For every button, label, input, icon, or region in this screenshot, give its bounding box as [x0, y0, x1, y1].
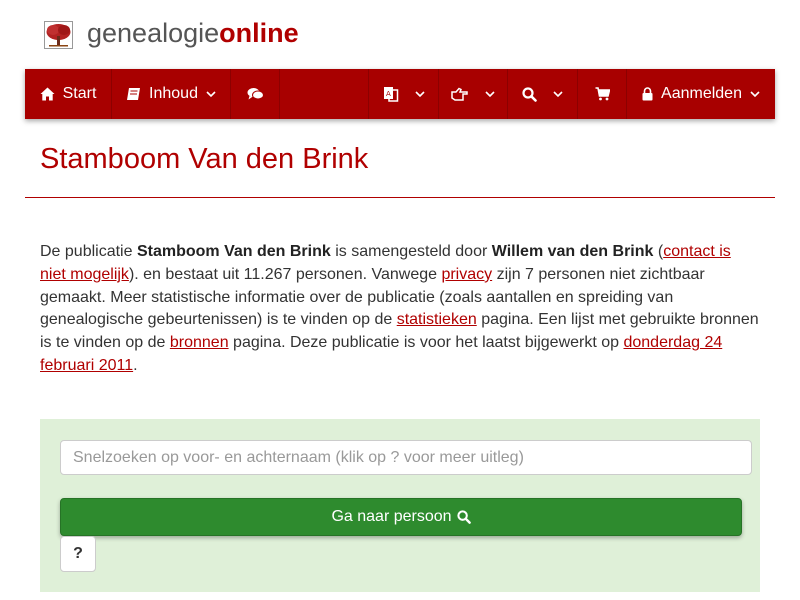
- hand-pointer-icon: [450, 87, 468, 101]
- publication-intro: De publicatie Stamboom Van den Brink is …: [40, 241, 760, 378]
- quick-search-input[interactable]: [60, 440, 752, 475]
- site-name[interactable]: genealogieonline: [87, 16, 299, 50]
- nav-forum[interactable]: [231, 69, 280, 119]
- intro-text: .: [133, 356, 138, 374]
- book-icon: [127, 88, 141, 100]
- shopping-cart-icon: [595, 87, 610, 101]
- nav-inhoud[interactable]: Inhoud: [112, 69, 231, 119]
- nav-start-label: Start: [62, 85, 97, 102]
- search-help-button[interactable]: ?: [60, 536, 96, 572]
- lock-icon: [642, 87, 653, 101]
- author-name: Willem van den Brink: [491, 243, 654, 260]
- comments-icon: [247, 88, 264, 100]
- main-navbar: Start Inhoud A Aanmelden: [25, 69, 775, 119]
- chevron-down-icon: [414, 90, 425, 97]
- intro-text: ). en bestaat uit 11.267 personen. Vanwe…: [128, 265, 442, 283]
- chevron-down-icon: [484, 90, 495, 97]
- search-icon: [522, 86, 537, 102]
- search-help-label: ?: [73, 545, 83, 562]
- intro-text: is samengesteld door: [330, 243, 492, 260]
- nav-language[interactable]: A: [368, 69, 439, 119]
- nav-share[interactable]: [438, 69, 508, 119]
- chevron-down-icon: [206, 90, 216, 97]
- title-divider: [25, 197, 775, 198]
- intro-text: De publicatie: [40, 243, 137, 260]
- intro-text: pagina. Deze publicatie is voor het laat…: [228, 334, 624, 352]
- page-title: Stamboom Van den Brink: [40, 143, 369, 175]
- publication-name: Stamboom Van den Brink: [136, 243, 331, 260]
- go-to-person-button[interactable]: Ga naar persoon: [60, 498, 742, 536]
- statistics-link[interactable]: statistieken: [397, 311, 477, 328]
- search-icon: [456, 510, 471, 524]
- svg-text:A: A: [386, 90, 391, 98]
- site-name-part1: genealogie: [87, 18, 220, 48]
- nav-search[interactable]: [508, 69, 578, 119]
- home-icon: [40, 87, 55, 101]
- chevron-down-icon: [750, 90, 760, 97]
- nav-start[interactable]: Start: [25, 69, 112, 119]
- intro-text: (: [653, 243, 664, 260]
- language-icon: A: [383, 87, 398, 102]
- site-header: genealogieonline: [0, 0, 800, 69]
- privacy-link[interactable]: privacy: [441, 266, 492, 283]
- nav-inhoud-label: Inhoud: [149, 85, 198, 102]
- quick-search-panel: Ga naar persoon ?: [40, 419, 760, 592]
- nav-login[interactable]: Aanmelden: [627, 69, 775, 119]
- nav-login-label: Aanmelden: [661, 85, 742, 102]
- nav-cart[interactable]: [578, 69, 627, 119]
- go-to-person-label: Ga naar persoon: [331, 508, 452, 525]
- tree-logo-icon[interactable]: [44, 21, 73, 49]
- sources-link[interactable]: bronnen: [170, 334, 229, 351]
- chevron-down-icon: [553, 90, 563, 97]
- site-name-part2: online: [219, 18, 299, 48]
